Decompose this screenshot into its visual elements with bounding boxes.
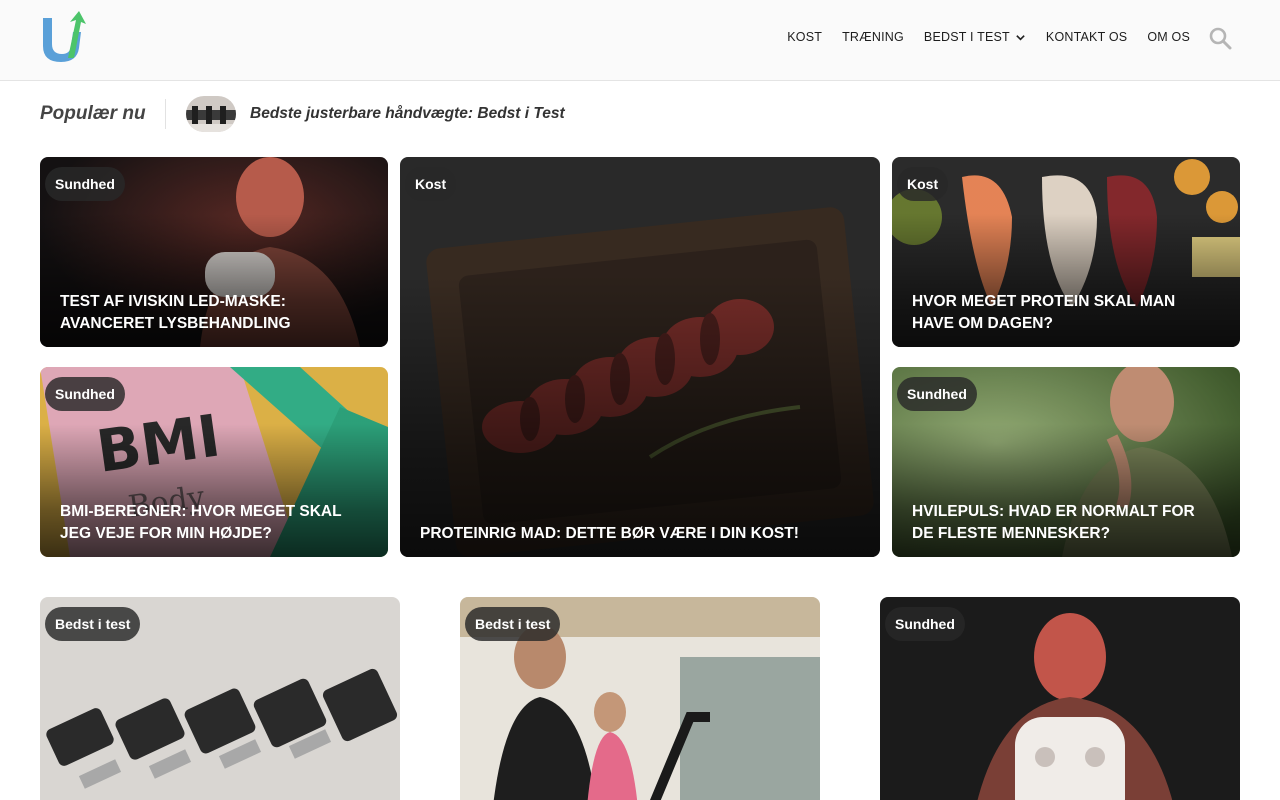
search-icon[interactable] — [1208, 26, 1232, 50]
grid-card-led-mask[interactable]: Sundhed — [880, 597, 1240, 800]
nav-item-kost[interactable]: KOST — [787, 30, 822, 44]
article-title[interactable]: TEST AF IVISKIN LED-MASKE: AVANCERET LYS… — [60, 291, 368, 335]
article-card-iviskin[interactable]: Sundhed TEST AF IVISKIN LED-MASKE: AVANC… — [40, 157, 388, 347]
category-badge[interactable]: Bedst i test — [45, 607, 141, 641]
site-header: KOST TRÆNING BEDST I TEST KONTAKT OS OM … — [0, 0, 1280, 81]
nav-item-traening[interactable]: TRÆNING — [842, 30, 904, 44]
grid-card-dumbbells[interactable]: Bedst i test — [40, 597, 400, 800]
image-overlay — [400, 157, 880, 557]
popular-article-thumbnail[interactable] — [186, 96, 236, 132]
article-title[interactable]: HVOR MEGET PROTEIN SKAL MAN HAVE OM DAGE… — [912, 291, 1220, 335]
article-title[interactable]: HVILEPULS: HVAD ER NORMALT FOR DE FLESTE… — [912, 501, 1220, 545]
article-card-hvilepuls[interactable]: Sundhed HVILEPULS: HVAD ER NORMALT FOR D… — [892, 367, 1240, 557]
nav-item-om-os[interactable]: OM OS — [1147, 30, 1190, 44]
category-badge[interactable]: Sundhed — [45, 377, 125, 411]
nav-item-label: OM OS — [1147, 30, 1190, 44]
grid-card-crosstrainer[interactable]: Bedst i test — [460, 597, 820, 800]
nav-item-label: KONTAKT OS — [1045, 30, 1128, 44]
article-card-bmi[interactable]: BMI Body Sundhed BMI-BEREGNER: HVOR MEGE… — [40, 367, 388, 557]
nav-item-label: BEDST I TEST — [923, 30, 1010, 44]
popular-now-title: Populær nu — [40, 103, 146, 124]
divider — [165, 99, 166, 129]
article-card-protein[interactable]: Kost HVOR MEGET PROTEIN SKAL MAN HAVE OM… — [892, 157, 1240, 347]
nav-item-label: KOST — [787, 30, 823, 44]
article-title[interactable]: BMI-BEREGNER: HVOR MEGET SKAL JEG VEJE F… — [60, 501, 368, 545]
category-badge[interactable]: Kost — [897, 167, 949, 201]
chevron-down-icon — [1016, 34, 1025, 41]
category-badge[interactable]: Bedst i test — [465, 607, 561, 641]
category-badge[interactable]: Sundhed — [885, 607, 965, 641]
category-badge[interactable]: Sundhed — [897, 377, 977, 411]
popular-article-link[interactable]: Bedste justerbare håndvægte: Bedst i Tes… — [250, 105, 565, 123]
category-badge[interactable]: Sundhed — [45, 167, 125, 201]
category-badge[interactable]: Kost — [405, 167, 457, 201]
nav-item-kontakt-os[interactable]: KONTAKT OS — [1046, 30, 1127, 44]
popular-now-bar: Populær nu Bedste justerbare håndvægte: … — [40, 96, 565, 132]
main-nav: KOST TRÆNING BEDST I TEST KONTAKT OS OM … — [787, 0, 1190, 74]
nav-item-bedst-i-test[interactable]: BEDST I TEST — [924, 30, 1026, 44]
nav-item-label: TRÆNING — [842, 30, 904, 44]
article-card-proteinrig-mad[interactable]: Kost PROTEINRIG MAD: DETTE BØR VÆRE I DI… — [400, 157, 880, 557]
site-logo[interactable] — [40, 10, 88, 64]
article-title[interactable]: PROTEINRIG MAD: DETTE BØR VÆRE I DIN KOS… — [420, 523, 860, 545]
